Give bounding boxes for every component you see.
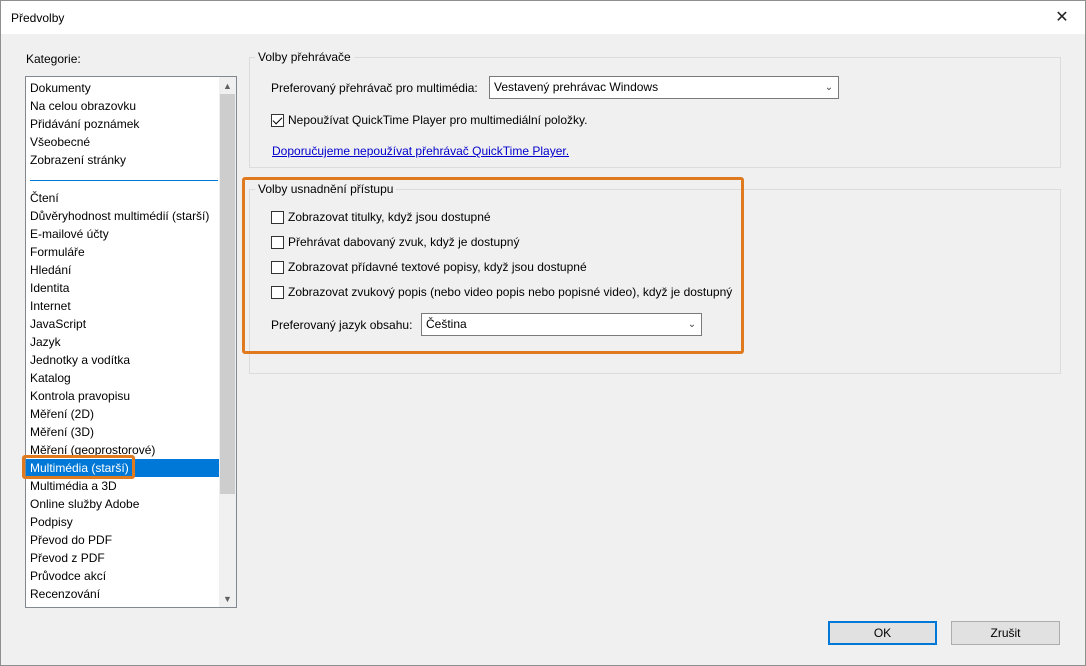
category-item[interactable]: JavaScript	[26, 315, 219, 333]
category-separator	[30, 180, 218, 181]
player-options-legend: Volby přehrávače	[255, 50, 354, 64]
close-icon[interactable]: ✕	[1039, 1, 1085, 32]
category-item[interactable]: Online služby Adobe	[26, 495, 219, 513]
category-item[interactable]: Katalog	[26, 369, 219, 387]
category-item[interactable]: Recenzování	[26, 585, 219, 603]
cancel-button[interactable]: Zrušit	[951, 621, 1060, 645]
accessibility-checkbox[interactable]	[271, 210, 284, 224]
category-item[interactable]: Důvěryhodnost multimédií (starší)	[26, 207, 219, 225]
category-item[interactable]: Měření (3D)	[26, 423, 219, 441]
category-item[interactable]: Kontrola pravopisu	[26, 387, 219, 405]
categories-scrollbar[interactable]: ▲ ▼	[219, 77, 236, 607]
category-item[interactable]: Přidávání poznámek	[26, 115, 219, 133]
category-item[interactable]: Spolehlivost	[26, 603, 219, 607]
category-item[interactable]: Převod do PDF	[26, 531, 219, 549]
accessibility-checkbox-label: Zobrazovat zvukový popis (nebo video pop…	[288, 285, 733, 299]
accessibility-checkbox-label: Přehrávat dabovaný zvuk, když je dostupn…	[288, 235, 520, 249]
preferred-player-value: Vestavený prehrávac Windows	[494, 80, 659, 94]
title-bar: Předvolby ✕	[1, 1, 1085, 34]
chevron-down-icon[interactable]: ⌄	[683, 314, 701, 335]
category-item[interactable]: Průvodce akcí	[26, 567, 219, 585]
categories-list[interactable]: Dokumenty Na celou obrazovku Přidávání poz…	[25, 76, 237, 608]
category-item[interactable]: Měření (2D)	[26, 405, 219, 423]
scroll-thumb[interactable]	[220, 94, 235, 494]
dialog-title: Předvolby	[11, 11, 65, 25]
accessibility-option[interactable]: Zobrazovat titulky, když jsou dostupné	[271, 210, 491, 224]
categories-label: Kategorie:	[26, 52, 81, 66]
quicktime-checkbox-label: Nepoužívat QuickTime Player pro multimed…	[288, 113, 588, 127]
category-item[interactable]: Identita	[26, 279, 219, 297]
category-item[interactable]: Hledání	[26, 261, 219, 279]
category-item[interactable]: Formuláře	[26, 243, 219, 261]
chevron-down-icon[interactable]: ⌄	[820, 77, 838, 98]
quicktime-checkbox[interactable]	[271, 113, 284, 127]
category-item[interactable]: Podpisy	[26, 513, 219, 531]
category-item[interactable]: Převod z PDF	[26, 549, 219, 567]
accessibility-options-legend: Volby usnadnění přístupu	[255, 182, 397, 196]
quicktime-recommendation-link[interactable]: Doporučujeme nepoužívat přehrávač QuickT…	[272, 144, 569, 158]
accessibility-checkbox[interactable]	[271, 260, 284, 274]
category-item[interactable]: Jednotky a vodítka	[26, 351, 219, 369]
category-item[interactable]: Zobrazení stránky	[26, 151, 219, 169]
content-language-select[interactable]: Čeština ⌄	[421, 313, 702, 336]
category-item-selected[interactable]: Multimédia (starší)	[26, 459, 219, 477]
category-item[interactable]: Dokumenty	[26, 79, 219, 97]
category-item[interactable]: Jazyk	[26, 333, 219, 351]
category-item[interactable]: Internet	[26, 297, 219, 315]
preferences-dialog: Předvolby ✕ Kategorie: Dokumenty Na celou…	[0, 0, 1086, 666]
category-item[interactable]: Na celou obrazovku	[26, 97, 219, 115]
content-language-label: Preferovaný jazyk obsahu:	[271, 318, 413, 332]
preferred-player-label: Preferovaný přehrávač pro multimédia:	[271, 81, 478, 95]
category-item[interactable]: Všeobecné	[26, 133, 219, 151]
ok-button[interactable]: OK	[828, 621, 937, 645]
content-language-value: Čeština	[426, 317, 467, 331]
accessibility-checkbox-label: Zobrazovat titulky, když jsou dostupné	[288, 210, 491, 224]
scroll-down-icon[interactable]: ▼	[219, 590, 236, 607]
scroll-up-icon[interactable]: ▲	[219, 77, 236, 94]
preferred-player-select[interactable]: Vestavený prehrávac Windows ⌄	[489, 76, 839, 99]
category-item[interactable]: Čtení	[26, 189, 219, 207]
accessibility-option[interactable]: Zobrazovat přídavné textové popisy, když…	[271, 260, 587, 274]
accessibility-option[interactable]: Přehrávat dabovaný zvuk, když je dostupn…	[271, 235, 519, 249]
category-item[interactable]: E-mailové účty	[26, 225, 219, 243]
quicktime-option[interactable]: Nepoužívat QuickTime Player pro multimed…	[271, 113, 587, 127]
category-item[interactable]: Měření (geoprostorové)	[26, 441, 219, 459]
category-item[interactable]: Multimédia a 3D	[26, 477, 219, 495]
accessibility-option[interactable]: Zobrazovat zvukový popis (nebo video pop…	[271, 285, 732, 299]
accessibility-checkbox[interactable]	[271, 235, 284, 249]
accessibility-checkbox-label: Zobrazovat přídavné textové popisy, když…	[288, 260, 587, 274]
accessibility-checkbox[interactable]	[271, 285, 284, 299]
